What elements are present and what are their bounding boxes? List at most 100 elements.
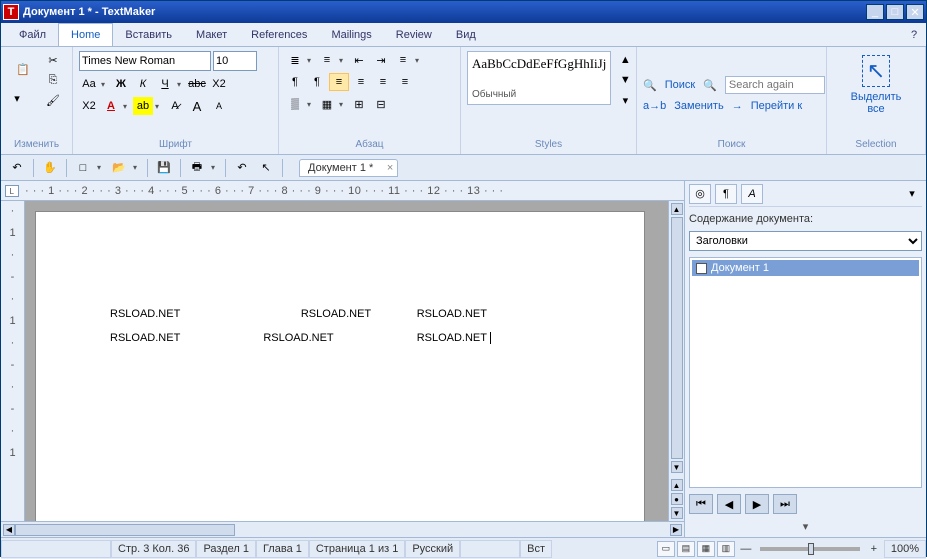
qat-save[interactable]: 💾 (154, 159, 174, 177)
scroll-thumb-h[interactable] (15, 524, 235, 536)
scroll-right[interactable]: ▶ (670, 524, 682, 536)
vertical-scrollbar[interactable]: ▲ ▼ ▲ ● ▼ (668, 201, 684, 521)
horizontal-scrollbar[interactable]: ◀ ▶ (1, 521, 684, 537)
underline-dd[interactable]: ▾ (177, 80, 185, 89)
status-page[interactable]: Страница 1 из 1 (309, 540, 405, 558)
status-position[interactable]: Стр. 3 Кол. 36 (111, 540, 196, 558)
zoom-knob[interactable] (808, 543, 814, 555)
cell[interactable]: RSLOAD.NET (413, 302, 574, 326)
outline-tree[interactable]: Документ 1 (689, 257, 922, 488)
horizontal-ruler[interactable]: L · · · 1 · · · 2 · · · 3 · · · 4 · · · … (1, 181, 684, 201)
char-format-dd[interactable]: ▾ (101, 80, 109, 89)
qat-open[interactable]: 📂 (109, 159, 129, 177)
status-insert[interactable]: Вст (520, 540, 552, 558)
ruler-corner[interactable]: L (5, 185, 19, 197)
find-button[interactable]: Поиск (665, 79, 695, 91)
qat-open-dd[interactable]: ▾ (133, 163, 141, 172)
scroll-down[interactable]: ▼ (671, 461, 683, 473)
qat-hand[interactable]: ✋ (40, 159, 60, 177)
shading-dd[interactable]: ▾ (307, 100, 315, 109)
shading-button[interactable]: ▒ (285, 95, 305, 113)
cell[interactable]: RSLOAD.NET (106, 326, 259, 350)
tree-checkbox[interactable] (696, 263, 707, 274)
highlight-button[interactable]: ab (133, 97, 153, 115)
numbering-button[interactable]: ≡ (317, 51, 337, 69)
sort-button[interactable]: ⊟ (371, 95, 391, 113)
scroll-thumb-v[interactable] (671, 217, 683, 459)
page-viewport[interactable]: RSLOAD.NET RSLOAD.NET RSLOAD.NET RSLOAD.… (25, 201, 668, 521)
browse-object-button[interactable]: ● (671, 493, 683, 505)
pilcrow-button[interactable]: ¶ (285, 73, 305, 91)
status-section[interactable]: Раздел 1 (196, 540, 256, 558)
document-page[interactable]: RSLOAD.NET RSLOAD.NET RSLOAD.NET RSLOAD.… (35, 211, 645, 521)
view-web[interactable]: ▦ (697, 541, 715, 557)
tab-file[interactable]: Файл (7, 23, 58, 46)
zoom-value[interactable]: 100% (884, 540, 926, 558)
borders-dd[interactable]: ▾ (339, 100, 347, 109)
borders-button[interactable]: ▦ (317, 95, 337, 113)
align-justify-button[interactable]: ≡ (395, 73, 415, 91)
bold-button[interactable]: Ж (111, 75, 131, 93)
next-page-button[interactable]: ▼ (671, 507, 683, 519)
cut-button[interactable]: ✂ (43, 51, 63, 69)
replace-button[interactable]: Заменить (674, 100, 723, 112)
qat-pointer[interactable]: ↖ (256, 159, 276, 177)
document-tab[interactable]: Документ 1 * × (299, 159, 398, 177)
format-painter-button[interactable]: 🖌 (43, 91, 63, 109)
tab-references[interactable]: References (239, 23, 319, 46)
underline-button[interactable]: Ч (155, 75, 175, 93)
sp-nav-button[interactable]: ◎ (689, 184, 711, 204)
line-spacing-button[interactable]: ≡ (393, 51, 413, 69)
cell[interactable]: RSLOAD.NET (417, 332, 487, 344)
show-marks-button[interactable]: ¶ (307, 73, 327, 91)
qat-new-dd[interactable]: ▾ (97, 163, 105, 172)
outdent-button[interactable]: ⇤ (349, 51, 369, 69)
zoom-out[interactable]: — (736, 540, 756, 558)
indent-button[interactable]: ⇥ (371, 51, 391, 69)
scroll-left[interactable]: ◀ (3, 524, 15, 536)
zoom-slider[interactable] (760, 547, 860, 551)
cell[interactable]: RSLOAD.NET (106, 302, 259, 326)
zoom-in[interactable]: + (864, 540, 884, 558)
vertical-ruler[interactable]: ·1·-·1·-·-·1 (1, 201, 25, 521)
sp-char-style-button[interactable]: A (741, 184, 763, 204)
nav-prev[interactable]: ◀ (717, 494, 741, 514)
grow-font-button[interactable]: A (187, 97, 207, 115)
subscript-button[interactable]: X2 (209, 75, 229, 93)
scroll-up[interactable]: ▲ (671, 203, 683, 215)
tab-layout[interactable]: Макет (184, 23, 239, 46)
char-format-button[interactable]: Aa (79, 75, 99, 93)
view-normal[interactable]: ▭ (657, 541, 675, 557)
qat-undo[interactable]: ↶ (7, 159, 27, 177)
paste-dropdown[interactable]: ▾ (7, 89, 27, 107)
nav-first[interactable]: ⏮ (689, 494, 713, 514)
help-button[interactable]: ? (902, 23, 926, 46)
superscript-button[interactable]: X2 (79, 97, 99, 115)
document-tab-close[interactable]: × (387, 162, 393, 174)
select-all-button[interactable]: ↖ Выделить все (843, 51, 910, 137)
maximize-button[interactable]: □ (886, 4, 904, 20)
nav-last[interactable]: ⏭ (773, 494, 797, 514)
highlight-dd[interactable]: ▾ (155, 102, 163, 111)
style-scroll-down[interactable]: ▼ (615, 71, 635, 89)
search-again-input[interactable] (725, 76, 825, 94)
qat-print-dd[interactable]: ▾ (211, 163, 219, 172)
view-master[interactable]: ▥ (717, 541, 735, 557)
font-color-dd[interactable]: ▾ (123, 102, 131, 111)
prev-page-button[interactable]: ▲ (671, 479, 683, 491)
minimize-button[interactable]: _ (866, 4, 884, 20)
nav-next[interactable]: ▶ (745, 494, 769, 514)
font-size-combo[interactable] (213, 51, 257, 71)
align-right-button[interactable]: ≡ (373, 73, 393, 91)
qat-new[interactable]: □ (73, 159, 93, 177)
tab-home[interactable]: Home (58, 23, 113, 46)
paste-button[interactable]: 📋 (7, 51, 39, 87)
align-left-button[interactable]: ≡ (329, 73, 349, 91)
style-scroll-up[interactable]: ▲ (615, 51, 635, 69)
view-outline[interactable]: ▤ (677, 541, 695, 557)
tree-item[interactable]: Документ 1 (692, 260, 919, 276)
numbering-dd[interactable]: ▾ (339, 56, 347, 65)
cell[interactable]: RSLOAD.NET (259, 326, 412, 350)
qat-print[interactable]: 🖶 (187, 159, 207, 177)
style-gallery[interactable]: AaBbCcDdEeFfGgHhIiJj Обычный (467, 51, 611, 105)
